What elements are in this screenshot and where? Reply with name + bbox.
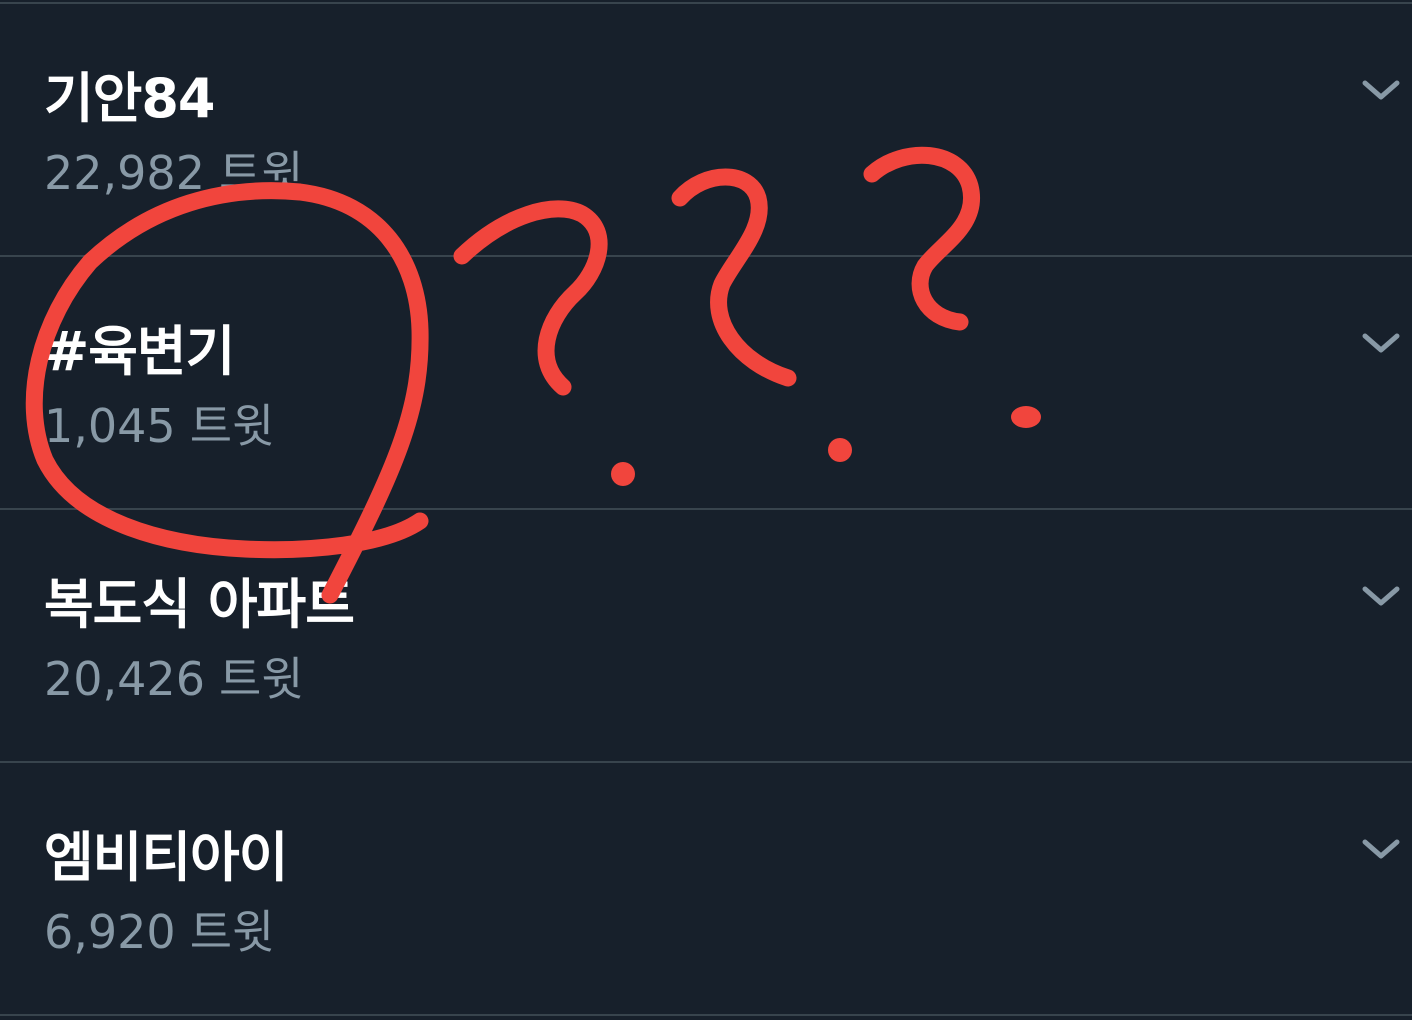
trend-title: #육변기 <box>44 320 235 383</box>
divider <box>0 1014 1412 1016</box>
trend-item-4[interactable]: 엠비티아이 6,920 트윗 <box>0 763 1412 1013</box>
tweet-count-number: 6,920 <box>44 905 176 959</box>
tweet-count-number: 1,045 <box>44 399 176 453</box>
tweet-count-unit: 트윗 <box>218 146 304 200</box>
trend-tweet-count: 22,982 트윗 <box>44 150 304 196</box>
tweet-count-unit: 트윗 <box>189 905 275 959</box>
chevron-down-icon[interactable] <box>1360 580 1402 610</box>
chevron-down-icon[interactable] <box>1360 74 1402 104</box>
trend-tweet-count: 6,920 트윗 <box>44 909 274 955</box>
chevron-down-icon[interactable] <box>1360 833 1402 863</box>
trends-list: 기안84 22,982 트윗 #육변기 1,045 트윗 복도식 아파트 20,42… <box>0 0 1412 1020</box>
chevron-down-icon[interactable] <box>1360 327 1402 357</box>
tweet-count-number: 22,982 <box>44 146 205 200</box>
tweet-count-unit: 트윗 <box>189 399 275 453</box>
trend-item-3[interactable]: 복도식 아파트 20,426 트윗 <box>0 510 1412 760</box>
trend-title: 엠비티아이 <box>44 826 288 889</box>
trend-title: 복도식 아파트 <box>44 573 355 636</box>
trend-item-1[interactable]: 기안84 22,982 트윗 <box>0 4 1412 254</box>
trend-title: 기안84 <box>44 67 216 130</box>
tweet-count-number: 20,426 <box>44 652 205 706</box>
trend-tweet-count: 1,045 트윗 <box>44 403 274 449</box>
trend-item-2[interactable]: #육변기 1,045 트윗 <box>0 257 1412 507</box>
tweet-count-unit: 트윗 <box>218 652 304 706</box>
trend-tweet-count: 20,426 트윗 <box>44 656 304 702</box>
